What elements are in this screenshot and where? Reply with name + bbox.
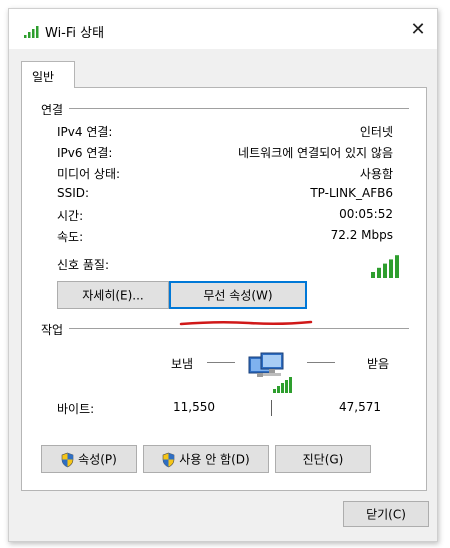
connection-section-title: 연결 [41, 103, 64, 117]
red-underline-annotation [179, 320, 313, 326]
ssid-value: TP-LINK_AFB6 [310, 186, 393, 200]
ipv4-label: IPv4 연결: [57, 125, 113, 139]
signal-bar [371, 272, 375, 278]
close-icon[interactable]: ✕ [407, 19, 429, 41]
signal-bar [395, 255, 399, 278]
diagnose-button[interactable]: 진단(G) [275, 445, 371, 473]
activity-section-title: 작업 [41, 323, 64, 337]
media-state-label: 미디어 상태: [57, 167, 121, 181]
duration-value: 00:05:52 [339, 207, 393, 221]
speed-label: 속도: [57, 230, 84, 244]
signal-bar [383, 263, 387, 278]
section-divider [69, 328, 409, 329]
details-button-label: 자세히(E)... [82, 288, 144, 303]
window-title: Wi-Fi 상태 [45, 26, 105, 41]
close-button[interactable]: 닫기(C) [343, 501, 429, 527]
uac-shield-icon [162, 452, 175, 468]
ipv4-value: 인터넷 [359, 125, 393, 139]
properties-button[interactable]: 속성(P) [41, 445, 137, 473]
dialog-window: Wi-Fi 상태 ✕ 일반 연결 IPv4 연결: 인터넷 IPv6 연결: 네… [8, 8, 438, 542]
properties-button-content: 속성(P) [42, 451, 136, 468]
ipv6-label: IPv6 연결: [57, 146, 113, 160]
title-bar[interactable]: Wi-Fi 상태 ✕ [9, 9, 437, 49]
network-computer-icon [248, 352, 292, 393]
sent-label: 보냄 [171, 357, 194, 371]
disable-button-label: 사용 안 함(D) [179, 452, 250, 467]
duration-label: 시간: [57, 209, 84, 223]
bytes-label: 바이트: [57, 402, 95, 416]
disable-button-content: 사용 안 함(D) [144, 451, 268, 468]
ipv6-value: 네트워크에 연결되어 있지 않음 [238, 146, 393, 160]
received-label: 받음 [367, 357, 390, 371]
wireless-properties-button[interactable]: 무선 속성(W) [169, 281, 307, 309]
section-divider [69, 108, 409, 109]
wifi-signal-icon [24, 26, 39, 38]
tab-general[interactable]: 일반 [21, 61, 75, 88]
disable-button[interactable]: 사용 안 함(D) [143, 445, 269, 473]
close-button-label: 닫기(C) [366, 507, 406, 522]
signal-strength-icon [371, 255, 399, 278]
bytes-divider [271, 400, 272, 416]
media-state-value: 사용함 [359, 167, 393, 181]
details-button[interactable]: 자세히(E)... [57, 281, 169, 309]
received-dash [307, 362, 335, 363]
tab-label: 일반 [32, 70, 55, 84]
speed-value: 72.2 Mbps [330, 228, 393, 242]
signal-bar [389, 259, 393, 278]
bytes-sent-value: 11,550 [173, 400, 215, 414]
wireless-properties-button-label: 무선 속성(W) [203, 288, 273, 303]
properties-button-label: 속성(P) [78, 452, 117, 467]
ssid-label: SSID: [57, 186, 90, 200]
sent-dash [207, 362, 235, 363]
bytes-received-value: 47,571 [339, 400, 381, 414]
signal-bar [377, 267, 381, 278]
diagnose-button-label: 진단(G) [302, 452, 344, 467]
signal-quality-label: 신호 품질: [57, 258, 110, 272]
uac-shield-icon [61, 452, 74, 468]
